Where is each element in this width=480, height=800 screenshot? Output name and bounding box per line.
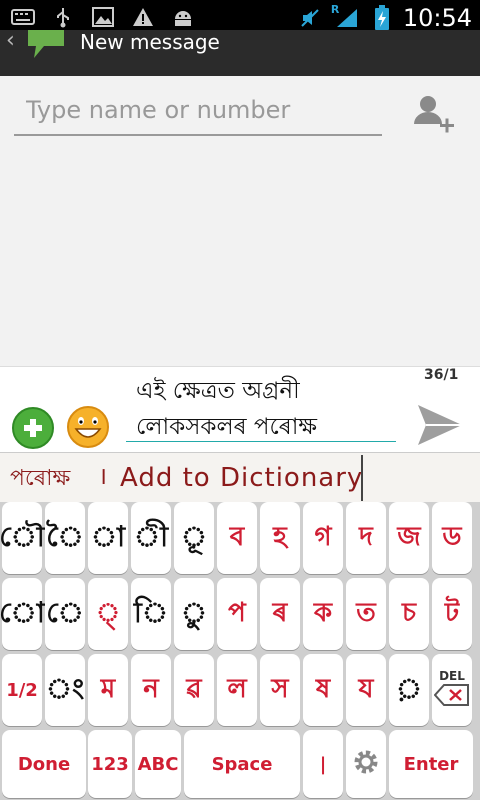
suggestion-cursor bbox=[361, 455, 363, 501]
keyboard-icon bbox=[10, 6, 36, 28]
numeric-key[interactable]: 123 bbox=[88, 730, 132, 798]
add-to-dictionary-button[interactable]: Add to Dictionary bbox=[120, 463, 363, 493]
warning-icon bbox=[130, 6, 156, 28]
recipient-field-container bbox=[14, 90, 398, 136]
enter-key[interactable]: Enter bbox=[389, 730, 473, 798]
gear-icon bbox=[352, 748, 380, 780]
add-contact-icon[interactable] bbox=[410, 90, 458, 138]
half-toggle-key[interactable]: 1/2 bbox=[2, 654, 42, 726]
key[interactable]: প bbox=[217, 578, 257, 650]
key[interactable]: ং bbox=[45, 654, 85, 726]
signal-roaming-letter: R bbox=[330, 3, 340, 16]
message-input[interactable]: এই ক্ষেত্ৰত অগ্ৰনী লোকসকলৰ পৰোক্ষ bbox=[126, 373, 406, 449]
key[interactable]: য bbox=[346, 654, 386, 726]
recipient-input[interactable] bbox=[14, 90, 398, 130]
messaging-app-icon[interactable] bbox=[26, 30, 66, 62]
key[interactable]: দ bbox=[346, 502, 386, 574]
message-line-1: এই ক্ষেত্ৰত অগ্ৰনী bbox=[136, 378, 300, 404]
recipient-area bbox=[0, 76, 480, 366]
android-icon bbox=[170, 6, 196, 28]
backspace-icon bbox=[433, 683, 470, 711]
image-icon bbox=[90, 6, 116, 28]
key[interactable]: ষ bbox=[303, 654, 343, 726]
key[interactable]: চ bbox=[389, 578, 429, 650]
key[interactable]: ৈ bbox=[45, 502, 85, 574]
key[interactable]: া bbox=[88, 502, 128, 574]
key[interactable]: ী bbox=[131, 502, 171, 574]
key[interactable]: ত bbox=[346, 578, 386, 650]
key[interactable]: ্ bbox=[88, 578, 128, 650]
suggestion-bar: পৰোক্ষ । Add to Dictionary bbox=[0, 452, 480, 503]
attach-plus-button[interactable] bbox=[12, 407, 54, 449]
suggestion-word[interactable]: পৰোক্ষ bbox=[10, 461, 70, 498]
key[interactable]: হ bbox=[260, 502, 300, 574]
character-counter: 36/1 bbox=[424, 367, 459, 383]
space-key[interactable]: Space bbox=[184, 730, 300, 798]
key[interactable]: ৰ bbox=[260, 578, 300, 650]
key[interactable]: ল bbox=[217, 654, 257, 726]
key[interactable]: ু bbox=[174, 578, 214, 650]
key[interactable]: জ bbox=[389, 502, 429, 574]
compose-area: এই ক্ষেত্ৰত অগ্ৰনী লোকসকলৰ পৰোক্ষ 36/1 bbox=[0, 366, 480, 453]
abc-key[interactable]: ABC bbox=[135, 730, 181, 798]
key[interactable]: ো bbox=[0, 578, 45, 650]
message-input-underline bbox=[126, 441, 396, 442]
settings-key[interactable] bbox=[346, 730, 386, 798]
key[interactable]: ূ bbox=[174, 502, 214, 574]
key[interactable]: ে bbox=[45, 578, 85, 650]
key[interactable]: ় bbox=[389, 654, 429, 726]
delete-key[interactable]: DEL bbox=[432, 654, 472, 726]
page-title: New message bbox=[80, 30, 220, 54]
usb-icon bbox=[50, 6, 76, 28]
message-line-2: লোকসকলৰ পৰোক্ষ bbox=[136, 414, 318, 440]
done-key[interactable]: Done bbox=[2, 730, 86, 798]
key[interactable]: ব bbox=[217, 502, 257, 574]
key[interactable]: ৱ bbox=[174, 654, 214, 726]
keyboard: ৌ ৈ া ী ূ ব হ গ দ জ ড ো ে ্ ি ু প ৰ ক ত … bbox=[0, 502, 480, 800]
clock: 10:54 bbox=[402, 4, 472, 32]
delete-label: DEL bbox=[439, 669, 465, 683]
key[interactable]: ট bbox=[432, 578, 472, 650]
key[interactable]: স bbox=[260, 654, 300, 726]
send-icon[interactable] bbox=[416, 403, 464, 447]
key[interactable]: ক bbox=[303, 578, 343, 650]
key[interactable]: ৌ bbox=[0, 502, 45, 574]
action-bar: ‹ New message bbox=[0, 30, 480, 76]
key[interactable]: ন bbox=[131, 654, 171, 726]
key[interactable]: ি bbox=[131, 578, 171, 650]
danda-key[interactable]: | bbox=[303, 730, 343, 798]
mute-icon bbox=[297, 7, 323, 29]
key[interactable]: গ bbox=[303, 502, 343, 574]
key[interactable]: ম bbox=[88, 654, 128, 726]
suggestion-separator: । bbox=[98, 462, 108, 490]
smiley-icon[interactable] bbox=[66, 405, 110, 449]
back-chevron-icon[interactable]: ‹ bbox=[6, 30, 15, 52]
battery-charging-icon bbox=[369, 5, 395, 30]
key[interactable]: ড bbox=[432, 502, 472, 574]
signal-icon: R bbox=[331, 3, 361, 29]
